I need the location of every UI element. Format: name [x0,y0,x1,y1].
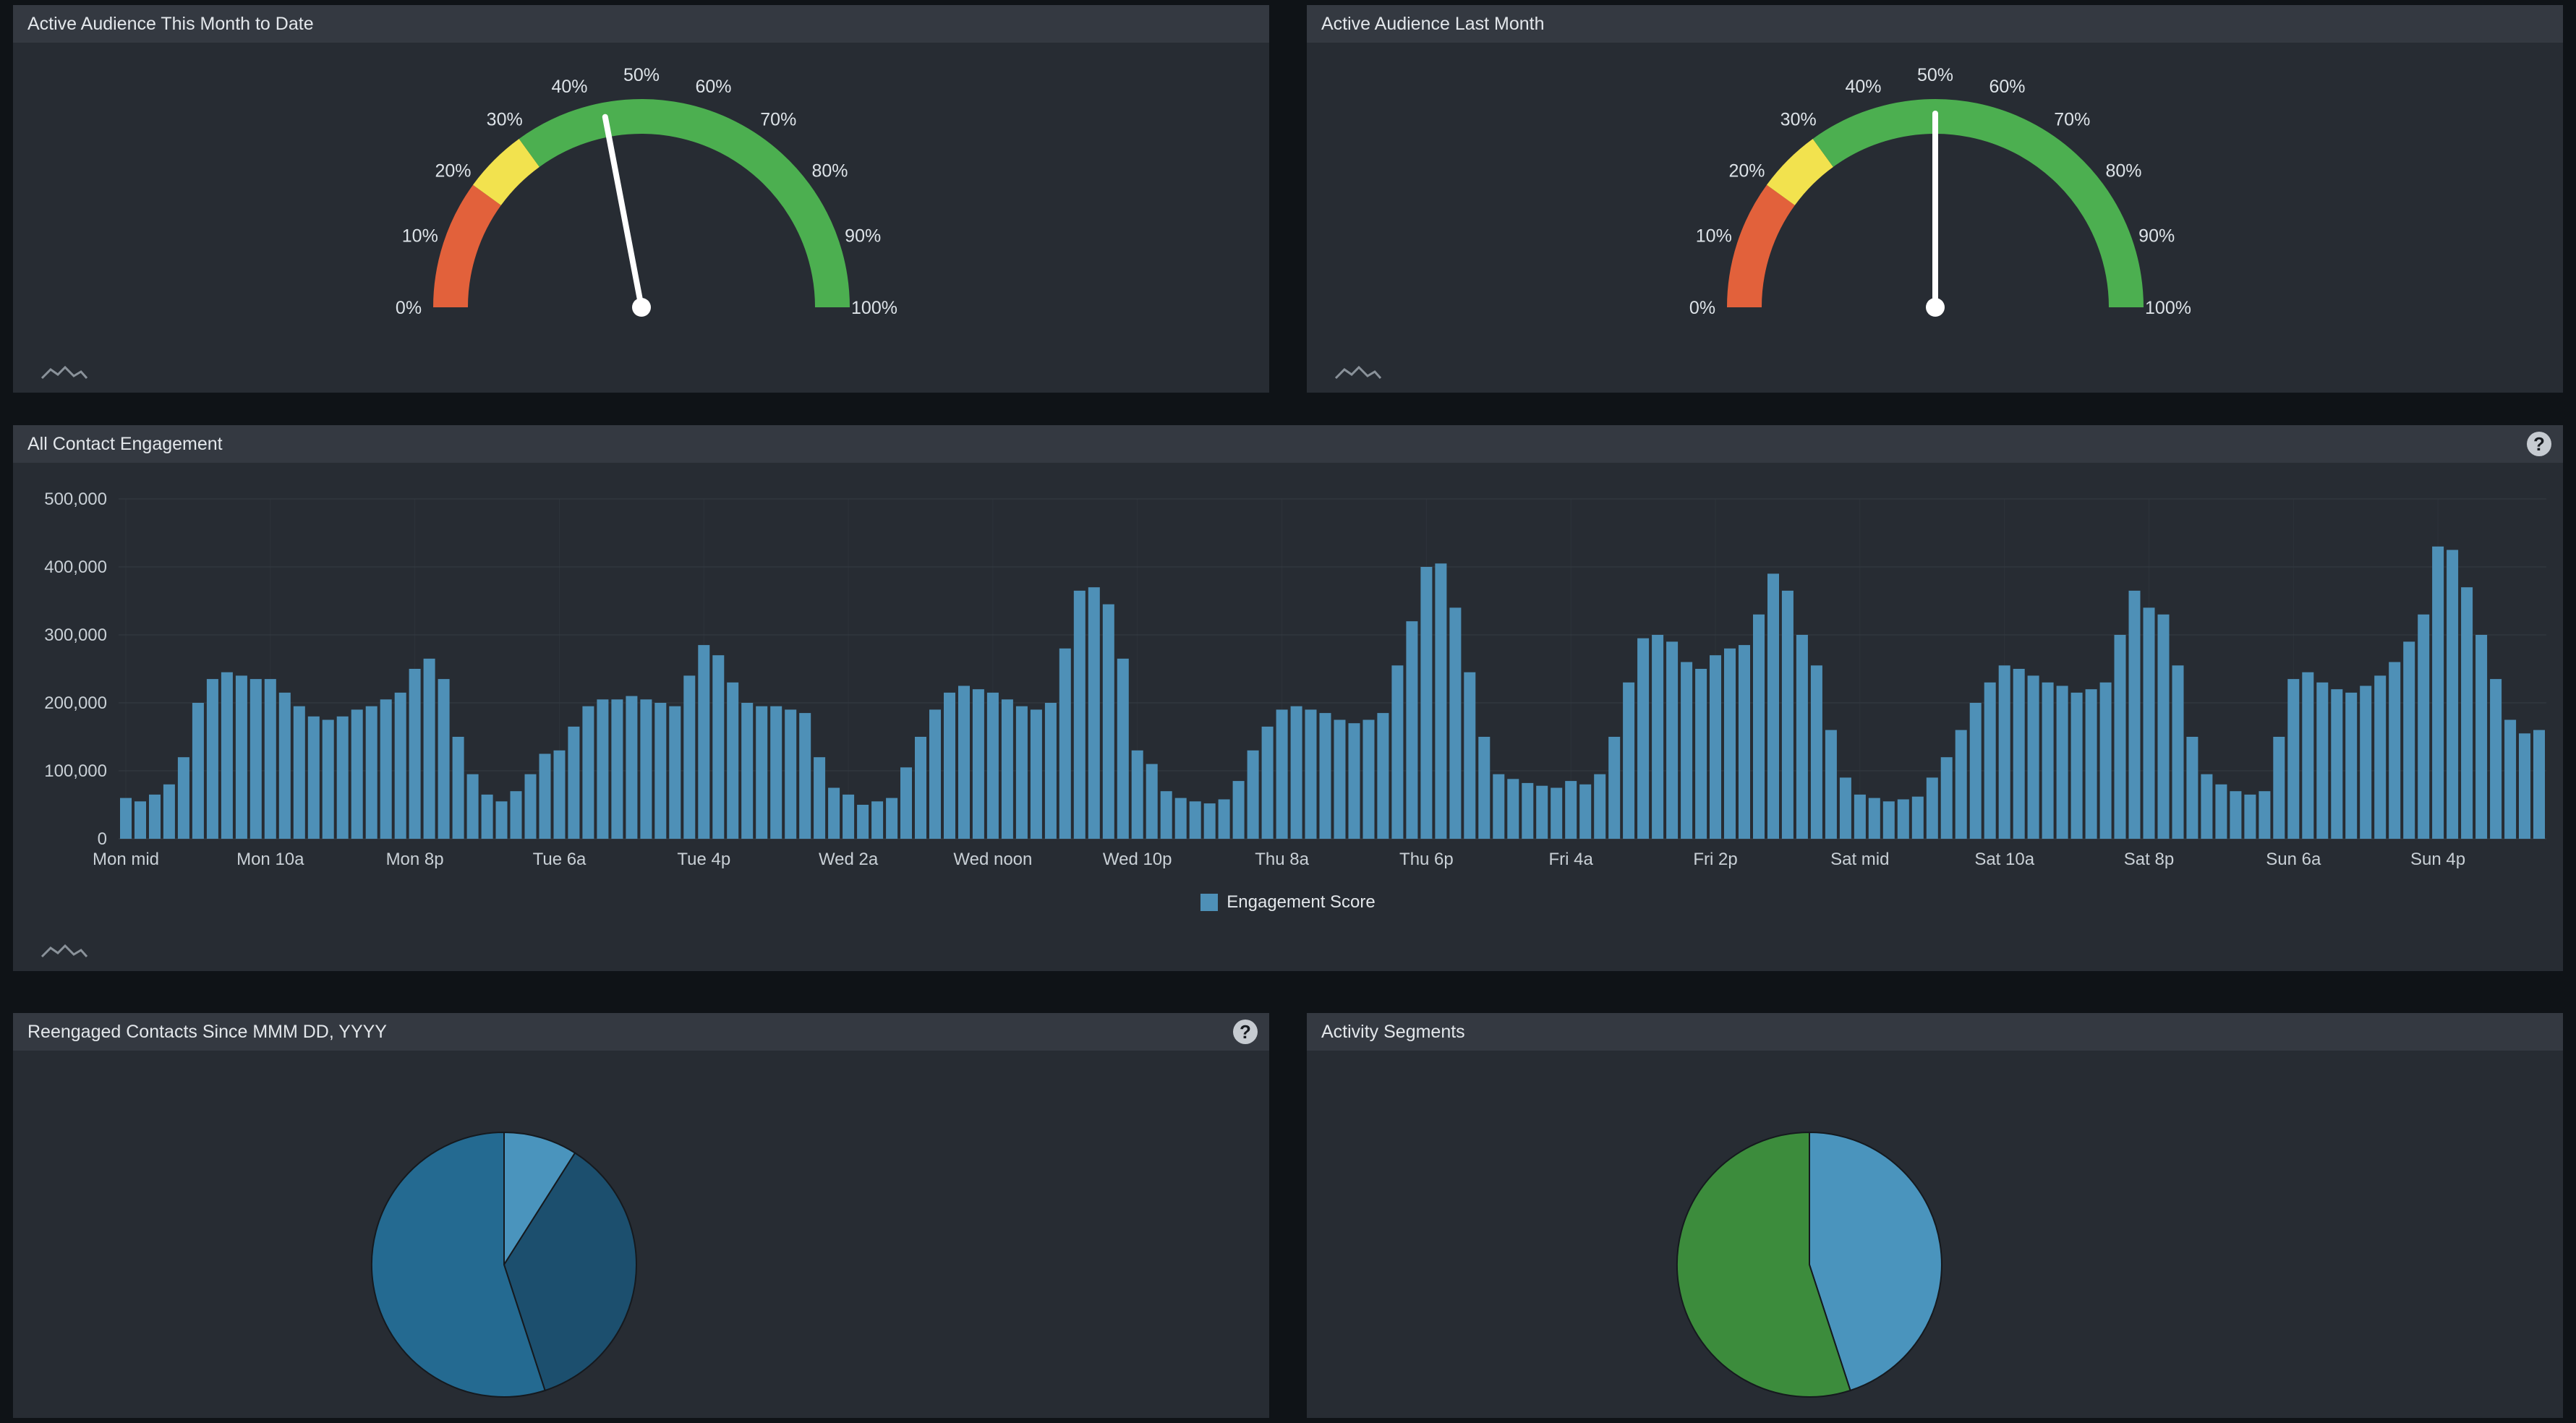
svg-text:100,000: 100,000 [44,761,107,781]
panel-active-audience-mtd: Active Audience This Month to Date 0% 10%… [13,5,1269,393]
svg-text:50%: 50% [623,65,659,85]
svg-text:30%: 30% [1780,110,1816,130]
svg-text:30%: 30% [486,110,522,130]
panel-all-contact-engagement: All Contact Engagement ? 0 100,000 200,000… [13,425,2563,971]
panel-title: Active Audience This Month to Date [27,14,314,35]
svg-text:Thu 8a: Thu 8a [1255,850,1309,869]
svg-text:Tue 4p: Tue 4p [677,850,730,869]
svg-text:500,000: 500,000 [44,492,107,509]
panel-header: Active Audience Last Month [1307,5,2563,43]
svg-text:Mon 8p: Mon 8p [386,850,444,869]
svg-text:100%: 100% [2145,298,2191,318]
svg-text:40%: 40% [1845,77,1881,97]
svg-text:10%: 10% [401,226,438,247]
svg-text:0: 0 [98,829,107,849]
svg-text:60%: 60% [1989,77,2025,97]
svg-text:Thu 6p: Thu 6p [1399,850,1454,869]
svg-text:Wed 2a: Wed 2a [819,850,879,869]
gauge-body: 0% 10% 20% 30% 40% 50% 60% 70% 80% 90% 100% [1307,43,2563,322]
panel-title: Active Audience Last Month [1321,14,1545,35]
svg-text:Sat 10a: Sat 10a [1974,850,2034,869]
svg-text:80%: 80% [2105,161,2141,181]
svg-text:Mon mid: Mon mid [93,850,159,869]
svg-text:40%: 40% [551,77,587,97]
svg-text:Sat 8p: Sat 8p [2124,850,2174,869]
chart-legend: Engagement Score [1200,892,1375,913]
reengaged-pie-chart[interactable] [359,1120,649,1409]
svg-text:200,000: 200,000 [44,693,107,713]
engagement-bar-chart[interactable]: 0 100,000 200,000 300,000 400,000 500,000 Mon … [14,492,2562,882]
svg-text:400,000: 400,000 [44,557,107,577]
panel-title: All Contact Engagement [27,434,223,455]
svg-text:Tue 6a: Tue 6a [533,850,587,869]
svg-text:0%: 0% [395,298,421,318]
gauge-chart-active-audience-last-month: 0% 10% 20% 30% 40% 50% 60% 70% 80% 90% 100% [1671,61,2199,322]
svg-text:70%: 70% [2054,110,2090,130]
dashboard: Active Audience This Month to Date 0% 10%… [0,0,2576,1423]
gauge-body: 0% 10% 20% 30% 40% 50% 60% 70% 80% 90% 100% [13,43,1269,322]
dashboard-row-2: All Contact Engagement ? 0 100,000 200,000… [13,425,2563,971]
svg-text:Mon 10a: Mon 10a [236,850,304,869]
panel-title: Activity Segments [1321,1022,1465,1043]
dashboard-row-3: Reengaged Contacts Since MMM DD, YYYY ? … [13,1013,2563,1418]
open-in-search-icon[interactable] [1334,364,1382,381]
svg-text:60%: 60% [695,77,731,97]
gauge-chart-active-audience-mtd: 0% 10% 20% 30% 40% 50% 60% 70% 80% 90% 100% [378,61,905,322]
sparkline-icon [40,364,88,381]
dashboard-row-1: Active Audience This Month to Date 0% 10%… [13,5,2563,393]
activity-segments-pie-chart[interactable] [1665,1120,1954,1409]
panel-title: Reengaged Contacts Since MMM DD, YYYY [27,1022,387,1043]
svg-text:90%: 90% [2138,226,2175,247]
panel-header: Active Audience This Month to Date [13,5,1269,43]
open-in-search-icon[interactable] [40,942,88,960]
legend-swatch [1200,894,1218,911]
svg-text:Sun 6a: Sun 6a [2266,850,2321,869]
panel-header: All Contact Engagement ? [13,425,2563,463]
panel-active-audience-last-month: Active Audience Last Month 0% 10% 20% 30% 40… [1307,5,2563,393]
svg-text:20%: 20% [1728,161,1765,181]
svg-text:100%: 100% [851,298,897,318]
svg-text:300,000: 300,000 [44,625,107,645]
help-icon[interactable]: ? [2527,432,2551,456]
svg-text:Fri 4a: Fri 4a [1549,850,1594,869]
svg-text:90%: 90% [845,226,881,247]
open-in-search-icon[interactable] [40,364,88,381]
svg-text:Sun 4p: Sun 4p [2410,850,2465,869]
panel-header: Reengaged Contacts Since MMM DD, YYYY ? [13,1013,1269,1051]
svg-text:50%: 50% [1916,65,1953,85]
svg-text:Sat mid: Sat mid [1830,850,1889,869]
legend-label: Engagement Score [1227,892,1375,913]
svg-text:Wed noon: Wed noon [953,850,1032,869]
svg-text:70%: 70% [760,110,796,130]
svg-text:80%: 80% [811,161,848,181]
svg-text:0%: 0% [1689,298,1715,318]
sparkline-icon [40,942,88,960]
svg-text:Wed 10p: Wed 10p [1103,850,1172,869]
svg-text:Fri 2p: Fri 2p [1693,850,1737,869]
panel-activity-segments: Activity Segments [1307,1013,2563,1418]
svg-text:20%: 20% [435,161,471,181]
svg-text:10%: 10% [1695,226,1731,247]
sparkline-icon [1334,364,1382,381]
panel-reengaged-contacts: Reengaged Contacts Since MMM DD, YYYY ? [13,1013,1269,1418]
panel-header: Activity Segments [1307,1013,2563,1051]
engagement-chart-body: 0 100,000 200,000 300,000 400,000 500,000 Mon … [13,463,2563,913]
help-icon[interactable]: ? [1233,1020,1258,1044]
